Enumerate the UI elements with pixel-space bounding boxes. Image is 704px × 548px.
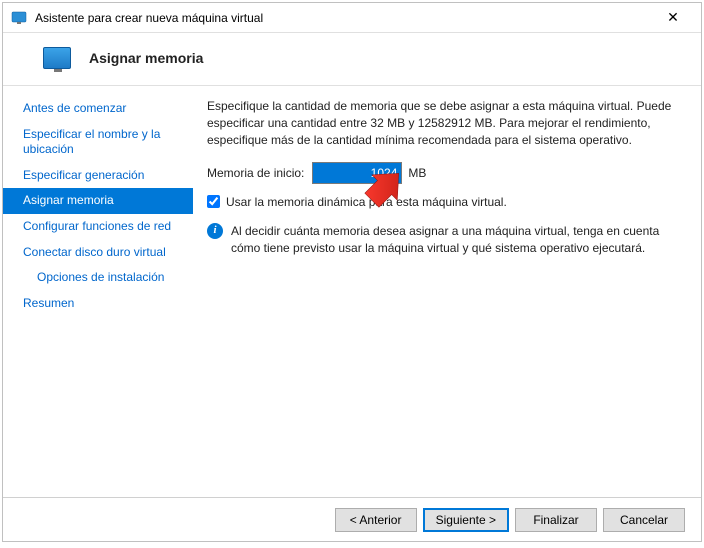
dynamic-memory-row: Usar la memoria dinámica para esta máqui… <box>207 194 681 211</box>
main-panel: Especifique la cantidad de memoria que s… <box>193 86 701 506</box>
button-bar: < Anterior Siguiente > Finalizar Cancela… <box>3 497 701 541</box>
page-title: Asignar memoria <box>89 50 203 66</box>
step-install-options[interactable]: Opciones de instalación <box>3 265 193 291</box>
step-before-begin[interactable]: Antes de comenzar <box>3 96 193 122</box>
dynamic-memory-label: Usar la memoria dinámica para esta máqui… <box>226 194 507 211</box>
info-text: Al decidir cuánta memoria desea asignar … <box>231 223 681 257</box>
step-assign-memory[interactable]: Asignar memoria <box>3 188 193 214</box>
wizard-header: Asignar memoria <box>3 33 701 86</box>
finish-button[interactable]: Finalizar <box>515 508 597 532</box>
step-generation[interactable]: Especificar generación <box>3 163 193 189</box>
step-summary[interactable]: Resumen <box>3 291 193 317</box>
memory-row: Memoria de inicio: MB <box>207 162 681 184</box>
cancel-button[interactable]: Cancelar <box>603 508 685 532</box>
wizard-window: Asistente para crear nueva máquina virtu… <box>2 2 702 542</box>
memory-label: Memoria de inicio: <box>207 165 304 182</box>
info-row: i Al decidir cuánta memoria desea asigna… <box>207 223 681 257</box>
description-text: Especifique la cantidad de memoria que s… <box>207 98 681 148</box>
app-icon <box>11 10 27 26</box>
close-button[interactable]: ✕ <box>653 4 693 32</box>
dynamic-memory-checkbox[interactable] <box>207 195 220 208</box>
previous-button[interactable]: < Anterior <box>335 508 417 532</box>
step-vhd[interactable]: Conectar disco duro virtual <box>3 240 193 266</box>
titlebar: Asistente para crear nueva máquina virtu… <box>3 3 701 33</box>
step-name-location[interactable]: Especificar el nombre y la ubicación <box>3 122 193 163</box>
wizard-steps-sidebar: Antes de comenzar Especificar el nombre … <box>3 86 193 506</box>
step-network[interactable]: Configurar funciones de red <box>3 214 193 240</box>
memory-input[interactable] <box>312 162 402 184</box>
monitor-icon <box>43 47 71 69</box>
info-icon: i <box>207 223 223 239</box>
content-area: Antes de comenzar Especificar el nombre … <box>3 86 701 506</box>
next-button[interactable]: Siguiente > <box>423 508 509 532</box>
memory-units: MB <box>408 165 426 182</box>
window-title: Asistente para crear nueva máquina virtu… <box>35 11 653 25</box>
